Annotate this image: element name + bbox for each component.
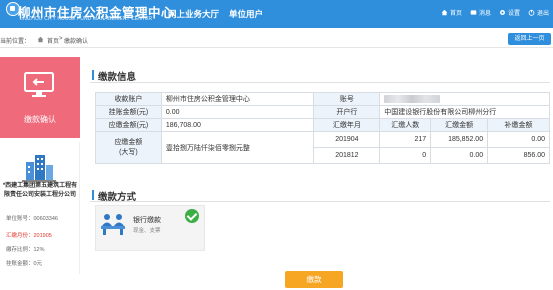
people-2: 0 (379, 147, 432, 164)
section-divider (90, 201, 550, 202)
due-upper-label-line2: (大写) (119, 148, 138, 156)
site-subtitle: LIUZHOU CITY HOUSE FUND MANAGEMENT CENTE… (20, 16, 153, 22)
account-value (379, 92, 550, 106)
header-link-message-label: 消息 (478, 11, 491, 17)
table-row: 应缴金额 (大写) 壹拾捌万陆仟柒佰零捌元整 201904 217 185,852… (95, 131, 550, 164)
section-divider (90, 82, 550, 83)
account-number-blurred (384, 95, 441, 103)
payment-option-subtitle: 现金、支票 (133, 228, 161, 234)
pending-label: 挂账金额(元) (95, 105, 162, 119)
due-upper-label-line1: 应缴金额 (114, 138, 143, 146)
home-icon (441, 9, 448, 16)
header-link-home-label: 首页 (449, 11, 462, 17)
building-icon (22, 155, 56, 182)
pending-amount: 挂账金额：0元 (6, 261, 43, 267)
unit-account: 单位账号：00603346 (6, 216, 58, 222)
bank-counter-icon (101, 214, 125, 235)
breadcrumb-prefix: 当前位置： (0, 39, 31, 45)
header-link-settings[interactable]: 设置 (499, 8, 520, 17)
breadcrumb-home[interactable]: 首页 (47, 36, 59, 45)
current-step-card: 缴款确认 (0, 57, 80, 138)
month-2: 201812 (313, 147, 381, 164)
message-icon (470, 10, 477, 15)
payment-info-title: 缴款信息 (91, 69, 136, 83)
supp-1: 0.00 (487, 131, 550, 148)
bank-payment-option[interactable]: 银行缴款 现金、支票 (95, 205, 205, 251)
breadcrumb-separator: > (59, 36, 63, 42)
col-amount-header: 汇缴金额 (430, 118, 489, 132)
due-upper-label: 应缴金额 (大写) (95, 131, 162, 164)
people-1: 217 (379, 131, 432, 148)
pending-value: 0.00 (160, 105, 315, 119)
pay-month: 汇缴月份：201905 (6, 233, 52, 239)
due-upper-value: 壹拾捌万陆仟柒佰零捌元整 (160, 131, 315, 164)
pay-ratio: 缴存比例：12% (6, 247, 45, 253)
nav-online-hall[interactable]: 网上业务大厅 (168, 8, 219, 20)
amount-1: 185,852.00 (430, 131, 489, 148)
back-button[interactable]: 返回上一页 (508, 33, 551, 45)
payee-label: 收款账户 (95, 92, 162, 106)
checkmark-icon (185, 209, 199, 223)
home-icon (37, 36, 44, 43)
table-row: 收款账户 柳州市住房公积金管理中心 账号 (95, 92, 550, 106)
header-link-logout-label: 退出 (536, 11, 549, 17)
unit-info-panel: *西建工集团第五建筑工程有限责任公司安装工程分公司 单位账号：00603346 … (0, 142, 80, 274)
header-link-settings-label: 设置 (507, 11, 520, 17)
nav-unit-user[interactable]: 单位用户 (229, 8, 263, 20)
header-links: 首页 消息 设置 退出 (441, 8, 549, 17)
payee-value: 柳州市住房公积金管理中心 (160, 92, 315, 106)
amount-2: 0.00 (430, 147, 489, 164)
power-icon (528, 9, 535, 16)
col-supp-header: 补缴金额 (487, 118, 550, 132)
current-step-label: 缴款确认 (24, 115, 56, 124)
bank-label: 开户行 (313, 105, 381, 119)
pay-button[interactable]: 缴款 (285, 271, 343, 288)
account-label: 账号 (313, 92, 381, 106)
supp-2: 856.00 (487, 147, 550, 164)
header-link-logout[interactable]: 退出 (528, 8, 549, 17)
payment-info-table: 收款账户 柳州市住房公积金管理中心 账号 挂账金额(元) 0.00 开户行 中国… (95, 92, 550, 164)
breadcrumb: 当前位置： 首页 > 缴款确认 返回上一页 (0, 32, 553, 48)
top-header: 柳州市住房公积金管理中心 LIUZHOU CITY HOUSE FUND MAN… (0, 0, 553, 28)
breadcrumb-current: 缴款确认 (64, 39, 89, 45)
company-name: *西建工集团第五建筑工程有限责任公司安装工程分公司 (2, 183, 78, 198)
month-1: 201904 (313, 131, 381, 148)
bank-value: 中国建设银行股份有限公司柳州分行 (379, 105, 550, 119)
payment-option-name: 银行缴款 (133, 217, 161, 224)
gear-icon (500, 10, 505, 15)
table-row: 挂账金额(元) 0.00 开户行 中国建设银行股份有限公司柳州分行 (95, 105, 550, 119)
monitor-arrow-icon (24, 72, 54, 97)
due-value: 186,708.00 (160, 118, 315, 132)
table-row: 应缴金额(元) 186,708.00 汇缴年月 汇缴人数 汇缴金额 补缴金额 (95, 118, 550, 132)
header-link-message[interactable]: 消息 (470, 8, 491, 17)
header-link-home[interactable]: 首页 (441, 8, 462, 17)
col-month-header: 汇缴年月 (313, 118, 381, 132)
col-people-header: 汇缴人数 (379, 118, 432, 132)
due-label: 应缴金额(元) (95, 118, 162, 132)
